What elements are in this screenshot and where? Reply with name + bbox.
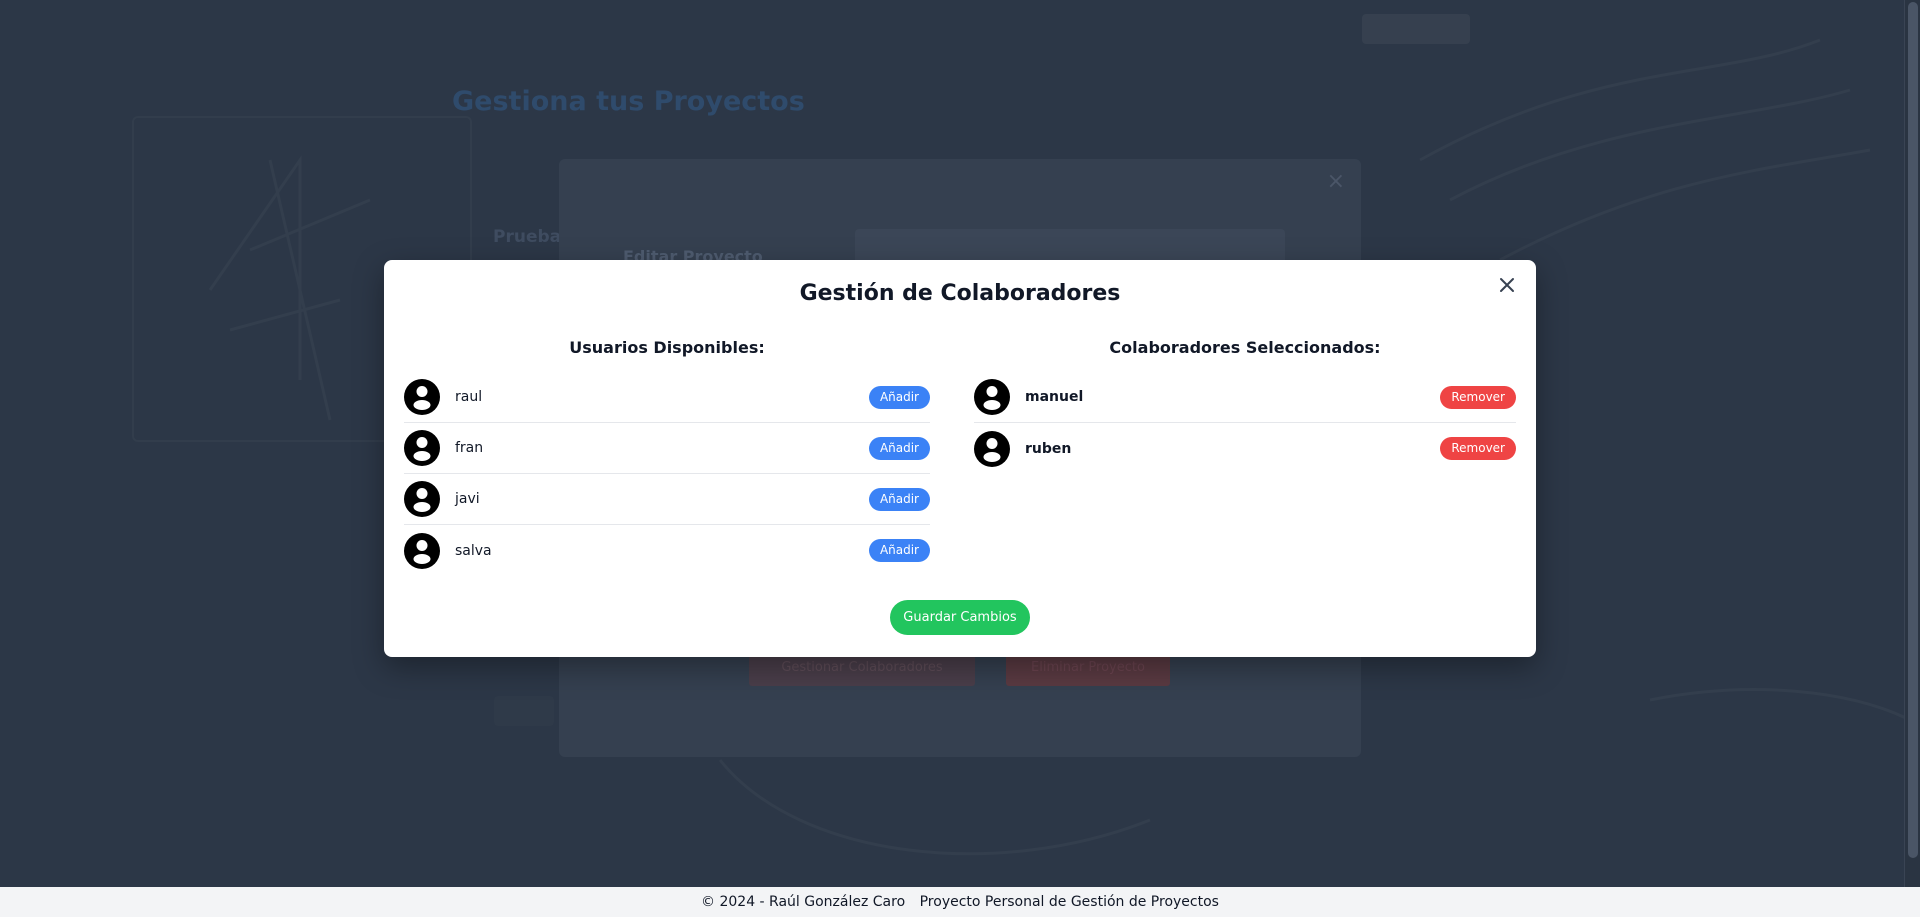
add-user-button[interactable]: Añadir <box>868 539 930 562</box>
user-avatar-icon <box>404 430 440 466</box>
user-avatar-icon <box>404 379 440 415</box>
user-name: salva <box>455 542 492 559</box>
background-page-title: Gestiona tus Proyectos <box>452 86 805 117</box>
save-changes-button[interactable]: Guardar Cambios <box>890 600 1030 635</box>
collaborators-modal: Gestión de Colaboradores Usuarios Dispon… <box>384 260 1536 657</box>
edit-modal-close-icon: × <box>1326 169 1345 194</box>
add-user-button[interactable]: Añadir <box>868 436 930 460</box>
user-avatar-icon <box>404 481 440 517</box>
remove-collaborator-button[interactable]: Remover <box>1440 437 1516 460</box>
close-icon[interactable] <box>1496 274 1518 296</box>
user-avatar-icon <box>974 379 1010 415</box>
page-scrollbar[interactable] <box>1904 0 1920 887</box>
user-name: fran <box>455 440 484 456</box>
background-login-button <box>1362 14 1470 44</box>
available-users-heading: Usuarios Disponibles: <box>569 338 765 357</box>
list-item: javi Añadir <box>404 474 930 525</box>
collaborator-name: manuel <box>1025 389 1084 405</box>
background-project-name: Prueba <box>493 227 562 247</box>
selected-collaborators-list: manuel Remover ruben Remover <box>974 372 1516 474</box>
list-item: raul Añadir <box>404 372 930 423</box>
list-item: fran Añadir <box>404 423 930 474</box>
user-avatar-icon <box>404 532 440 569</box>
user-name: raul <box>455 389 483 405</box>
user-avatar-icon <box>974 430 1010 467</box>
list-item: salva Añadir <box>404 525 930 576</box>
selected-collaborators-heading: Colaboradores Seleccionados: <box>1109 338 1381 357</box>
footer-project: Proyecto Personal de Gestión de Proyecto… <box>919 894 1219 910</box>
remove-collaborator-button[interactable]: Remover <box>1440 385 1516 409</box>
selected-collaborators-column: Colaboradores Seleccionados: manuel Remo… <box>974 338 1516 474</box>
list-item: ruben Remover <box>974 423 1516 474</box>
add-user-button[interactable]: Añadir <box>868 385 930 409</box>
modal-title: Gestión de Colaboradores <box>799 281 1121 306</box>
list-item: manuel Remover <box>974 372 1516 423</box>
available-users-column: Usuarios Disponibles: raul Añadir fran A… <box>404 338 930 576</box>
add-user-button[interactable]: Añadir <box>868 487 930 511</box>
available-users-list: raul Añadir fran Añadir javi Añadir salv… <box>404 372 930 576</box>
background-small-button <box>494 696 554 726</box>
footer-copyright: © 2024 - Raúl González Caro <box>701 894 906 910</box>
user-name: javi <box>455 491 480 507</box>
scrollbar-thumb[interactable] <box>1908 2 1918 858</box>
collaborator-name: ruben <box>1025 440 1072 457</box>
page-footer: © 2024 - Raúl González Caro Proyecto Per… <box>0 887 1920 917</box>
